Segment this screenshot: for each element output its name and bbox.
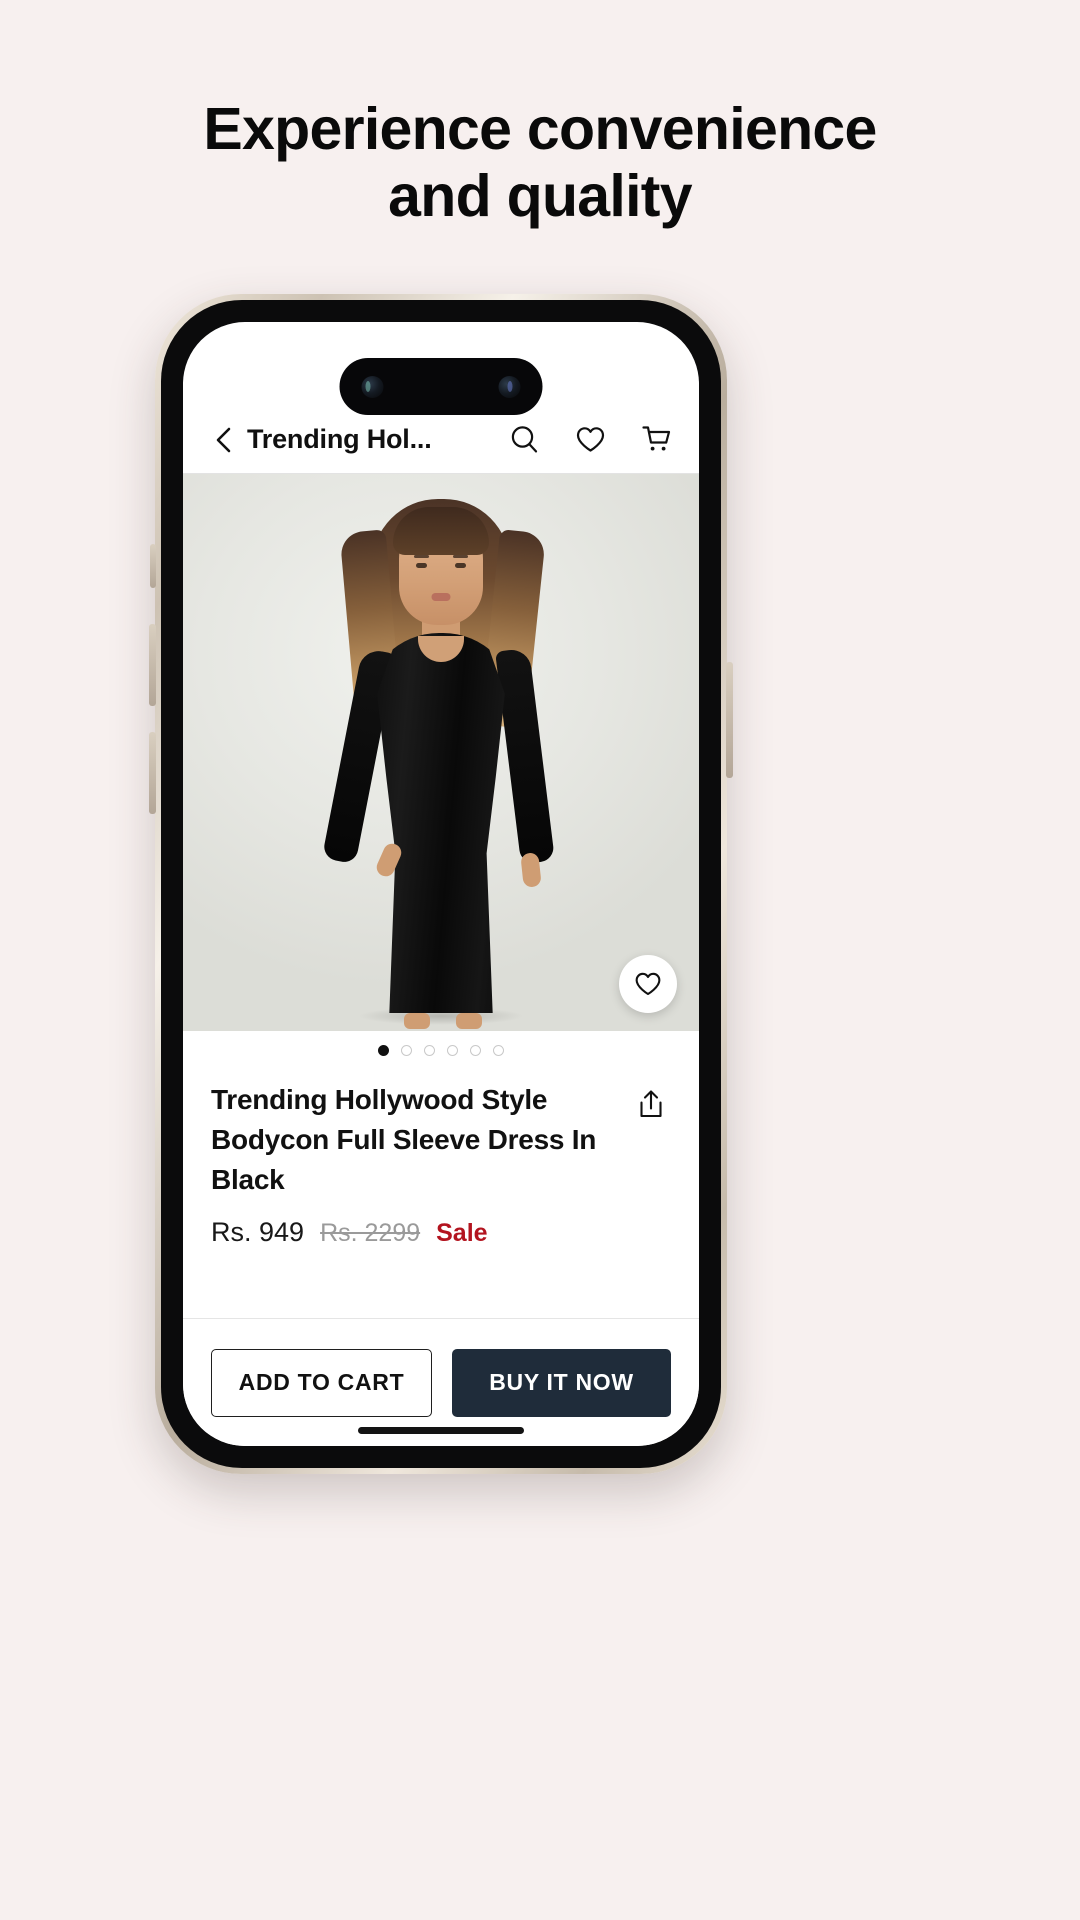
product-image-carousel[interactable] [183, 474, 699, 1031]
heart-icon [576, 427, 604, 452]
share-button[interactable] [631, 1084, 671, 1124]
headline-line-2: and quality [388, 162, 692, 229]
price-row: Rs. 949 Rs. 2299 Sale [211, 1217, 671, 1248]
model-foot-right [456, 1013, 482, 1029]
carousel-dot[interactable] [378, 1045, 389, 1056]
black-bodycon-dress [377, 633, 505, 1013]
cart-icon [641, 426, 670, 451]
phone-power-button [726, 662, 733, 778]
model-lips [431, 593, 451, 601]
search-button[interactable] [505, 421, 543, 459]
model-photo [296, 491, 586, 1031]
carousel-dot[interactable] [424, 1045, 435, 1056]
price-compare-at: Rs. 2299 [320, 1219, 421, 1248]
phone-volume-down-button [149, 732, 156, 814]
model-hair-front [393, 507, 489, 555]
phone-volume-up-button [149, 624, 156, 706]
chevron-left-icon [216, 427, 231, 452]
carousel-dot[interactable] [447, 1045, 458, 1056]
face-id-sensor-icon [498, 375, 521, 398]
heart-icon [635, 972, 661, 996]
home-indicator [358, 1427, 524, 1434]
carousel-dot[interactable] [470, 1045, 481, 1056]
share-icon [640, 1090, 662, 1118]
sale-badge: Sale [436, 1219, 488, 1248]
add-to-cart-button[interactable]: ADD TO CART [211, 1348, 432, 1417]
phone-silent-switch [150, 544, 156, 588]
carousel-dot[interactable] [401, 1045, 412, 1056]
model-eye-right [455, 563, 466, 568]
phone-screen: Trending Hol... Trending Hollywood Style… [183, 322, 699, 1446]
dress-sleeve-right [495, 647, 555, 865]
carousel-dot[interactable] [493, 1045, 504, 1056]
model-brow-right [453, 555, 468, 558]
buy-it-now-button[interactable]: BUY IT NOW [452, 1348, 671, 1417]
search-icon [511, 426, 537, 453]
add-to-wishlist-fab[interactable] [619, 955, 677, 1013]
page-headline: Experience convenience and quality [0, 96, 1080, 229]
carousel-dots[interactable] [183, 1045, 699, 1056]
app-nav-bar: Trending Hol... [183, 406, 699, 474]
model-eye-left [416, 563, 427, 568]
product-title: Trending Hollywood Style Bodycon Full Sl… [211, 1084, 597, 1195]
phone-mockup: Trending Hol... Trending Hollywood Style… [149, 294, 733, 1474]
model-brow-left [414, 555, 429, 558]
phone-frame: Trending Hol... Trending Hollywood Style… [149, 294, 733, 1474]
back-button[interactable] [207, 423, 241, 457]
model-foot-left [404, 1013, 430, 1029]
product-info: Trending Hollywood Style Bodycon Full Sl… [183, 1080, 699, 1248]
nav-title: Trending Hol... [247, 424, 432, 454]
product-title-row: Trending Hollywood Style Bodycon Full Sl… [211, 1080, 671, 1199]
price-current: Rs. 949 [211, 1217, 305, 1248]
front-camera-icon [361, 375, 384, 398]
wishlist-button[interactable] [571, 421, 609, 459]
phone-bezel: Trending Hol... Trending Hollywood Style… [161, 300, 721, 1468]
nav-actions [505, 421, 675, 459]
dynamic-island [339, 358, 543, 415]
headline-line-1: Experience convenience [203, 96, 877, 162]
cart-button[interactable] [637, 421, 675, 459]
